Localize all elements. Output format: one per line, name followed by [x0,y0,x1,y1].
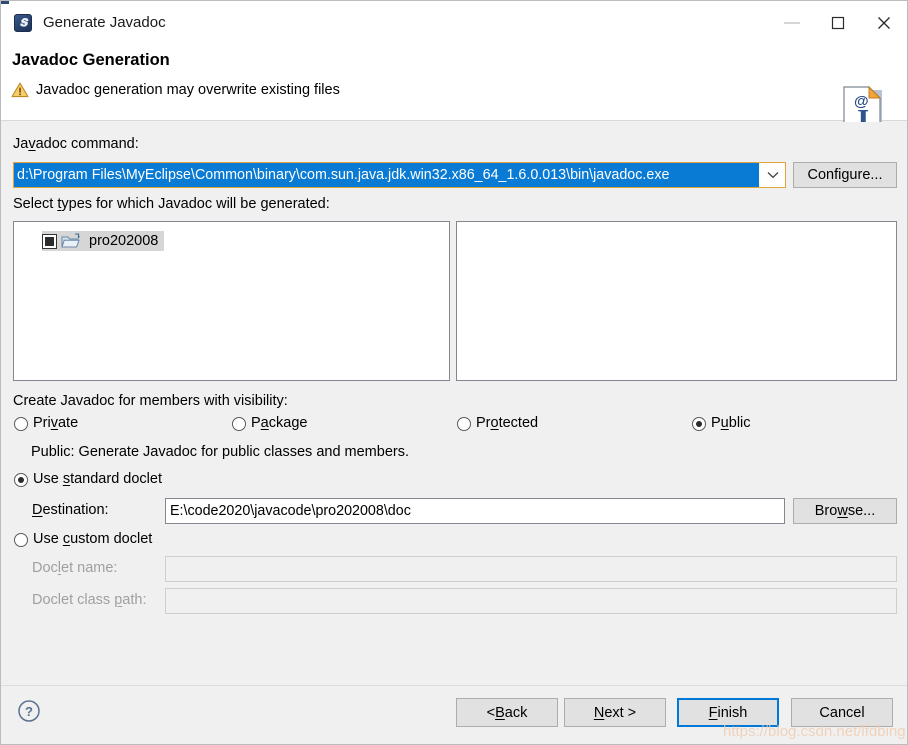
warning-triangle-icon [11,82,29,98]
help-question-icon[interactable]: ? [17,699,41,723]
cancel-button[interactable]: Cancel [791,698,893,727]
radio-package-label: Package [251,415,308,431]
radio-standard-doclet[interactable] [14,473,28,487]
radio-private-label: Private [33,415,79,431]
javadoc-command-combo[interactable]: d:\Program Files\MyEclipse\Common\binary… [13,162,786,188]
close-button[interactable] [861,4,907,41]
javadoc-command-input[interactable]: d:\Program Files\MyEclipse\Common\binary… [14,163,759,187]
header-message-row: Javadoc generation may overwrite existin… [11,82,340,98]
select-types-label: Select types for which Javadoc will be g… [13,196,330,212]
types-detail-pane[interactable] [456,221,897,381]
finish-button[interactable]: Finish [677,698,779,727]
myeclipse-icon: 𝐬 [13,13,33,33]
radio-package[interactable] [232,417,246,431]
page-title: Javadoc Generation [12,51,170,69]
chevron-down-icon[interactable] [759,163,785,187]
window-title: Generate Javadoc [43,14,166,31]
wizard-body: Javadoc command: d:\Program Files\MyEcli… [1,122,907,685]
generate-javadoc-dialog: 𝐬 Generate Javadoc Javadoc Generation Ja… [0,0,908,745]
radio-custom-doclet[interactable] [14,533,28,547]
radio-public[interactable] [692,417,706,431]
project-checkbox[interactable] [42,233,57,249]
minimize-button[interactable] [769,4,815,41]
java-project-folder-icon [61,233,80,248]
configure-button[interactable]: Configure... [793,162,897,188]
radio-private[interactable] [14,417,28,431]
destination-label: Destination: [32,502,109,518]
window-controls [769,4,907,41]
next-button[interactable]: Next > [564,698,666,727]
visibility-label: Create Javadoc for members with visibili… [13,393,288,409]
wizard-header: Javadoc Generation Javadoc generation ma… [1,41,907,149]
doclet-class-path-input[interactable] [165,588,897,614]
destination-input[interactable]: E:\code2020\javacode\pro202008\doc [165,498,785,524]
visibility-description: Public: Generate Javadoc for public clas… [31,444,409,460]
maximize-button[interactable] [815,4,861,41]
tree-item-label: pro202008 [89,233,159,249]
browse-destination-button[interactable]: Bro w se... [793,498,897,524]
types-tree-pane[interactable]: pro202008 [13,221,450,381]
svg-text:?: ? [25,704,33,719]
doclet-class-path-label: Doclet class path: [32,592,147,608]
doclet-name-input[interactable] [165,556,897,582]
close-icon [878,16,890,29]
radio-standard-doclet-label: Use standard doclet [33,471,162,487]
radio-protected-label: Protected [476,415,539,431]
radio-protected[interactable] [457,417,471,431]
back-button[interactable]: < Back [456,698,558,727]
maximize-icon [831,16,845,29]
radio-custom-doclet-label: Use custom doclet [33,531,153,547]
radio-public-label: Public [711,415,751,431]
minimize-icon [784,21,800,24]
javadoc-command-label: Javadoc command: [13,136,139,152]
doclet-name-label: Doclet name: [32,560,118,576]
tree-row[interactable]: pro202008 [42,231,165,251]
header-message: Javadoc generation may overwrite existin… [36,82,340,98]
